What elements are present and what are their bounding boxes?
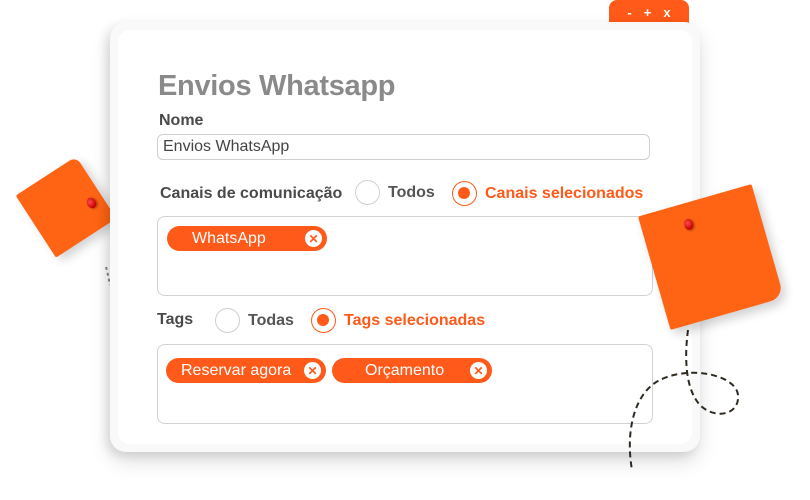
radio-all-tags[interactable] <box>215 308 240 333</box>
channels-option-all[interactable]: Todos <box>355 180 435 205</box>
chip-label: Reservar agora <box>181 361 292 379</box>
close-button[interactable]: x <box>663 6 670 19</box>
chip-whatsapp: WhatsApp ✕ <box>167 226 327 251</box>
dashed-line-decoration <box>628 329 740 471</box>
close-icon[interactable]: ✕ <box>470 362 487 379</box>
channels-selection-box[interactable]: WhatsApp ✕ <box>157 216 653 296</box>
radio-all-tags-label: Todas <box>248 311 294 329</box>
tags-label: Tags <box>157 311 194 328</box>
channels-option-selected[interactable]: Canais selecionados <box>452 181 643 206</box>
name-label: Nome <box>159 112 204 129</box>
close-icon[interactable]: ✕ <box>304 362 321 379</box>
channels-label: Canais de comunicação <box>160 185 343 202</box>
minimize-button[interactable]: - <box>627 6 631 19</box>
window-controls: - + x <box>609 0 689 24</box>
pushpin-icon <box>682 217 695 231</box>
tags-selection-box[interactable]: Reservar agora ✕ Orçamento ✕ <box>157 344 653 424</box>
chip-label: WhatsApp <box>192 229 266 247</box>
page-title: Envios Whatsapp <box>158 70 396 102</box>
name-input[interactable] <box>157 134 650 160</box>
radio-all-channels[interactable] <box>355 180 380 205</box>
radio-selected-tags[interactable] <box>311 308 336 333</box>
radio-selected-tags-label: Tags selecionadas <box>344 311 486 329</box>
radio-selected-channels[interactable] <box>452 181 477 206</box>
chip-orcamento: Orçamento ✕ <box>332 358 492 383</box>
radio-selected-channels-label: Canais selecionados <box>485 184 644 202</box>
close-icon[interactable]: ✕ <box>305 230 322 247</box>
tags-option-selected[interactable]: Tags selecionadas <box>311 308 485 333</box>
pushpin-icon <box>84 195 99 211</box>
chip-label: Orçamento <box>365 361 445 379</box>
maximize-button[interactable]: + <box>644 6 652 19</box>
sticky-note-left <box>15 156 117 258</box>
radio-all-channels-label: Todos <box>388 183 435 201</box>
chip-reservar-agora: Reservar agora ✕ <box>166 358 326 383</box>
tags-option-all[interactable]: Todas <box>215 308 294 333</box>
